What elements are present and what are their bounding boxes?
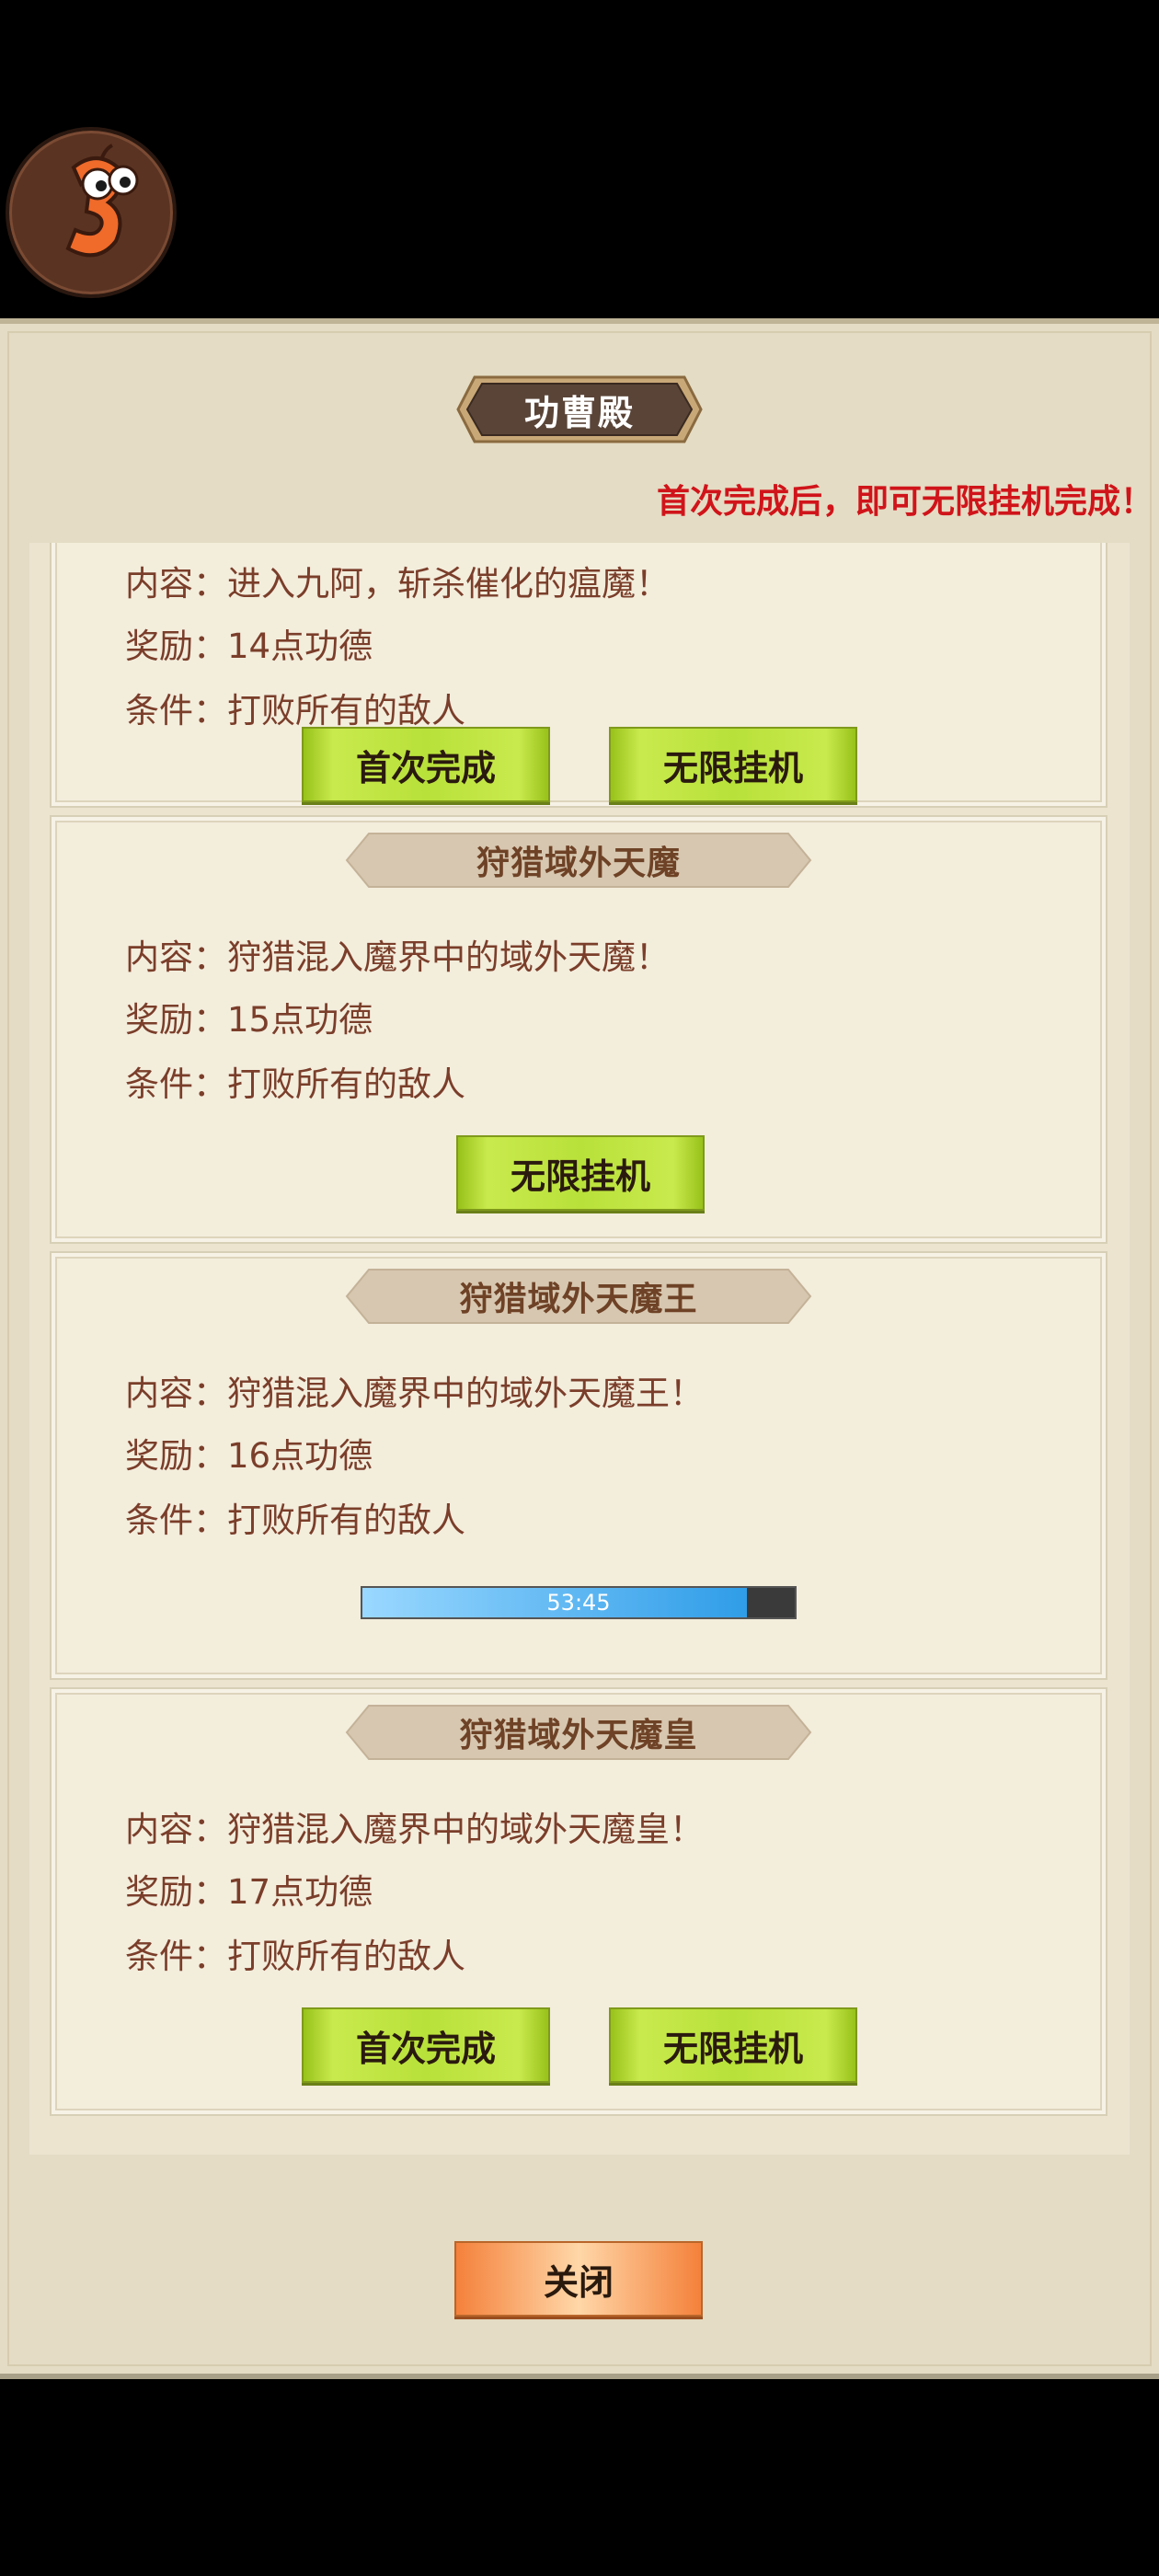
worm-mascot-icon: [65, 144, 139, 258]
first-complete-button[interactable]: 首次完成: [302, 2007, 550, 2083]
task-content: 内容：狩猎混入魔界中的域外天魔！: [125, 937, 670, 977]
task-condition: 条件：打败所有的敌人: [125, 691, 465, 730]
first-complete-button[interactable]: 首次完成: [302, 727, 550, 802]
dialog-title-plaque: 功曹殿: [456, 375, 703, 443]
task-condition: 条件：打败所有的敌人: [125, 1064, 465, 1104]
task-list[interactable]: 内容：进入九阿，斩杀催化的瘟魔！ 奖励：14点功德 条件：打败所有的敌人 首次完…: [29, 543, 1130, 2155]
avatar[interactable]: [6, 127, 177, 298]
task-title-banner: 狩猎域外天魔王: [332, 1264, 825, 1328]
task-title: 狩猎域外天魔皇: [459, 1717, 698, 1754]
task-card: 内容：进入九阿，斩杀催化的瘟魔！ 奖励：14点功德 条件：打败所有的敌人 首次完…: [50, 543, 1107, 808]
task-title: 狩猎域外天魔王: [459, 1281, 698, 1318]
task-reward: 奖励：17点功德: [125, 1872, 373, 1912]
task-reward: 奖励：15点功德: [125, 1000, 373, 1040]
task-content: 内容：狩猎混入魔界中的域外天魔皇！: [125, 1810, 704, 1849]
task-reward: 奖励：16点功德: [125, 1436, 373, 1476]
idle-farm-button[interactable]: 无限挂机: [456, 1135, 705, 1211]
task-condition: 条件：打败所有的敌人: [125, 1937, 465, 1976]
task-title-banner: 狩猎域外天魔: [332, 828, 825, 892]
task-card: 狩猎域外天魔王 内容：狩猎混入魔界中的域外天魔王！ 奖励：16点功德 条件：打败…: [50, 1251, 1107, 1680]
close-button[interactable]: 关闭: [454, 2241, 703, 2317]
dialog-panel: 功曹殿 首次完成后，即可无限挂机完成！ 内容：进入九阿，斩杀催化的瘟魔！ 奖励：…: [0, 318, 1159, 2379]
idle-farm-button[interactable]: 无限挂机: [609, 727, 857, 802]
task-card: 狩猎域外天魔 内容：狩猎混入魔界中的域外天魔！ 奖励：15点功德 条件：打败所有…: [50, 815, 1107, 1244]
task-content: 内容：进入九阿，斩杀催化的瘟魔！: [125, 564, 670, 604]
hint-text: 首次完成后，即可无限挂机完成！: [656, 483, 1153, 521]
task-title: 狩猎域外天魔: [476, 845, 681, 882]
task-reward: 奖励：14点功德: [125, 627, 373, 666]
progress-timer: 53:45: [546, 1590, 611, 1616]
task-card: 狩猎域外天魔皇 内容：狩猎混入魔界中的域外天魔皇！ 奖励：17点功德 条件：打败…: [50, 1687, 1107, 2116]
task-condition: 条件：打败所有的敌人: [125, 1501, 465, 1540]
task-title-banner: 狩猎域外天魔皇: [332, 1700, 825, 1765]
idle-farm-button[interactable]: 无限挂机: [609, 2007, 857, 2083]
task-content: 内容：狩猎混入魔界中的域外天魔王！: [125, 1374, 704, 1413]
dialog-title: 功曹殿: [523, 392, 635, 433]
idle-progress-bar: 53:45: [361, 1586, 797, 1619]
